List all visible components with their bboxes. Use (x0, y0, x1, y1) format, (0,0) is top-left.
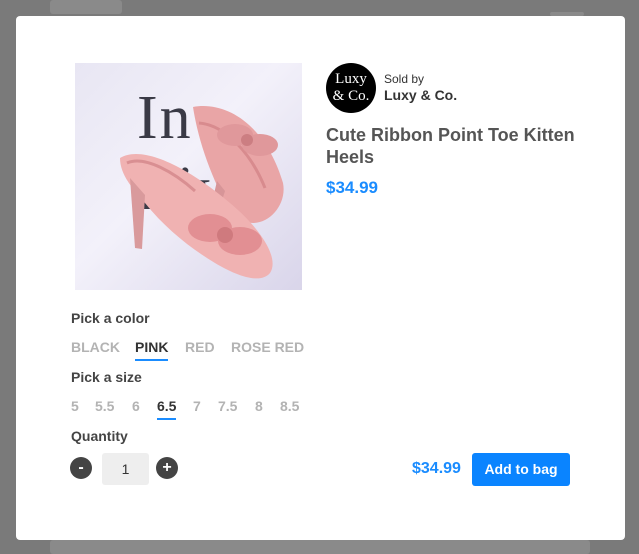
color-option-pink[interactable]: PINK (135, 339, 169, 361)
size-option-selected[interactable]: 6.5 (157, 398, 177, 420)
quantity-value[interactable]: 1 (102, 453, 149, 485)
sold-by-label: Sold by (384, 72, 425, 86)
color-option-black[interactable]: BLACK (71, 339, 120, 359)
color-option-rose-red[interactable]: ROSE RED (231, 339, 304, 359)
product-title: Cute Ribbon Point Toe Kitten Heels (326, 125, 575, 167)
product-image: In Live (75, 63, 302, 290)
color-label: Pick a color (71, 310, 150, 326)
size-option[interactable]: 7 (193, 398, 201, 418)
background-card (50, 540, 590, 554)
product-quick-view-modal: In Live Luxy & Co. Sold by Luxy & Co. Cu… (16, 16, 625, 540)
quantity-label: Quantity (71, 428, 128, 444)
seller-logo-text: Luxy & Co. (332, 71, 370, 104)
size-option[interactable]: 5 (71, 398, 79, 418)
size-option[interactable]: 8 (255, 398, 263, 418)
color-option-red[interactable]: RED (185, 339, 215, 359)
size-option[interactable]: 5.5 (95, 398, 114, 418)
size-option[interactable]: 7.5 (218, 398, 237, 418)
add-to-bag-button[interactable]: Add to bag (472, 453, 570, 486)
plus-circle-icon[interactable]: + (156, 457, 178, 479)
seller-logo: Luxy & Co. (326, 63, 376, 113)
shoe-illustration (120, 106, 284, 279)
background-card (50, 0, 122, 14)
footer-price: $34.99 (412, 460, 461, 477)
minus-circle-icon[interactable]: - (70, 457, 92, 479)
product-price: $34.99 (326, 178, 378, 197)
seller-name: Luxy & Co. (384, 87, 458, 103)
size-label: Pick a size (71, 369, 142, 385)
size-option[interactable]: 8.5 (280, 398, 299, 418)
size-option[interactable]: 6 (132, 398, 140, 418)
